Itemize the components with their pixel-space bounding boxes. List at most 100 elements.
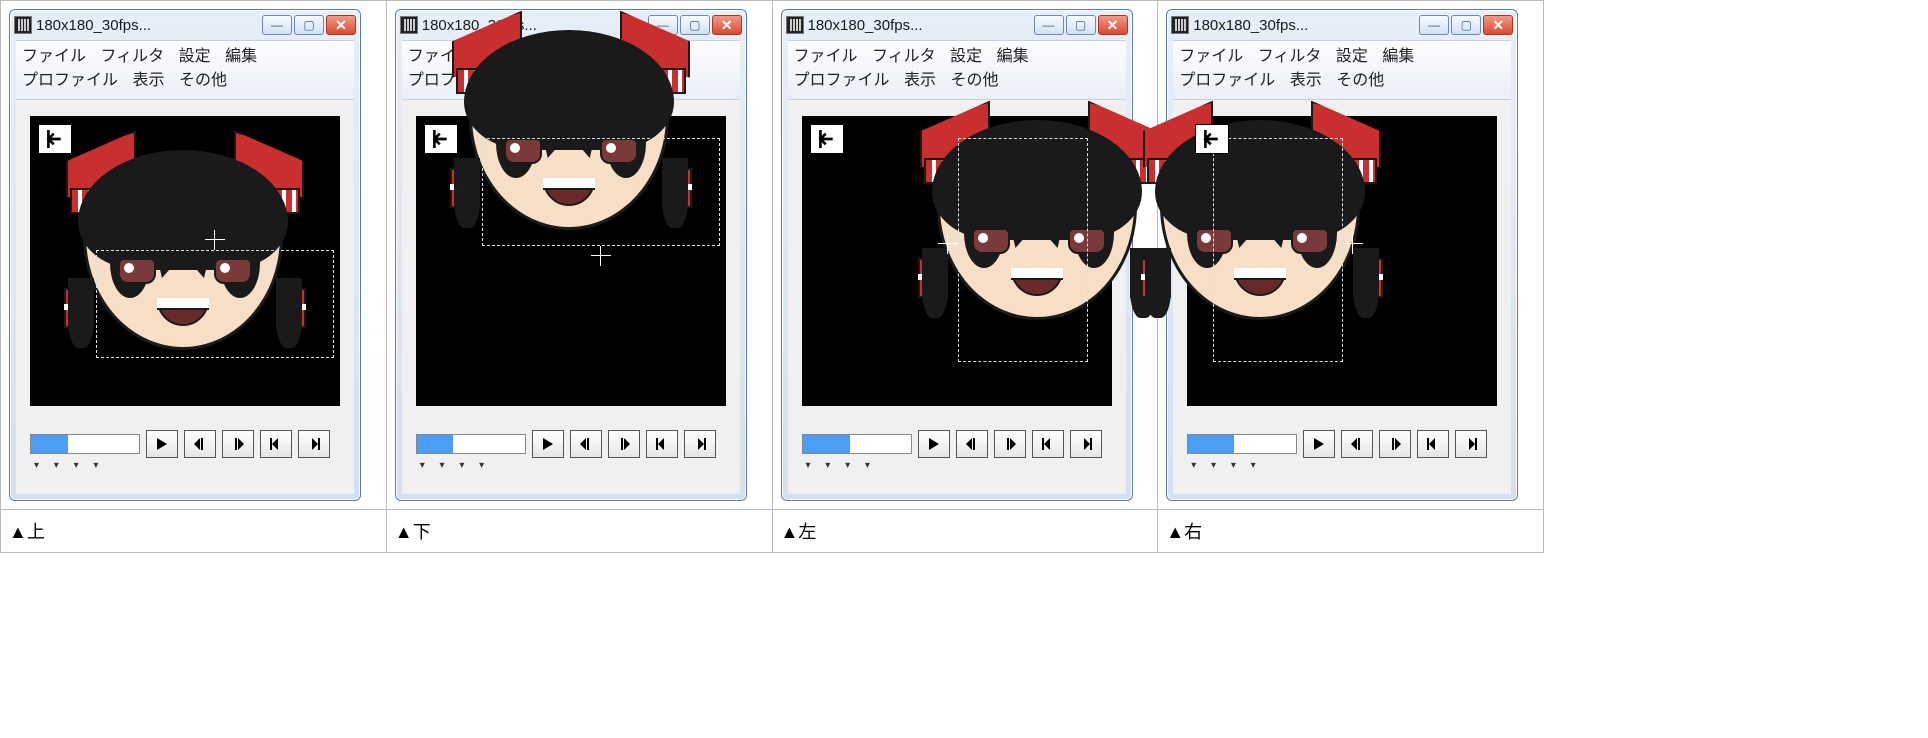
menu-profile[interactable]: プロファイル <box>1179 69 1275 93</box>
close-button[interactable]: ✕ <box>1098 15 1128 35</box>
app-window: 180x180_30fps... — ▢ ✕ ファイル フィルタ 設定 編集 プ… <box>781 9 1133 501</box>
example-caption: ▲右 <box>1158 510 1544 553</box>
prev-frame-button[interactable] <box>184 430 216 458</box>
crosshair-icon <box>205 230 225 250</box>
play-button[interactable] <box>532 430 564 458</box>
close-button[interactable]: ✕ <box>326 15 356 35</box>
play-button[interactable] <box>146 430 178 458</box>
goto-start-icon[interactable] <box>424 124 458 154</box>
maximize-button[interactable]: ▢ <box>1066 15 1096 35</box>
playback-controls <box>30 430 340 458</box>
menu-edit[interactable]: 編集 <box>1382 45 1414 69</box>
go-first-button[interactable] <box>260 430 292 458</box>
menubar: ファイル フィルタ 設定 編集 プロファイル 表示 その他 <box>16 40 354 100</box>
minimize-button[interactable]: — <box>262 15 292 35</box>
window-title: 180x180_30fps... <box>1193 17 1415 34</box>
crosshair-icon <box>938 234 958 254</box>
minimize-button[interactable]: — <box>1034 15 1064 35</box>
titlebar[interactable]: 180x180_30fps... — ▢ ✕ <box>782 10 1132 40</box>
preview-canvas[interactable] <box>30 116 340 406</box>
menu-profile[interactable]: プロファイル <box>794 69 890 93</box>
next-frame-button[interactable] <box>608 430 640 458</box>
close-button[interactable]: ✕ <box>712 15 742 35</box>
app-window: 180x180_30fps... — ▢ ✕ ファイル フィルタ 設定 編集 プ… <box>1166 9 1518 501</box>
go-first-button[interactable] <box>1417 430 1449 458</box>
menu-display[interactable]: 表示 <box>904 69 936 93</box>
next-frame-button[interactable] <box>1379 430 1411 458</box>
client-area: ▾ ▾ ▾ ▾ <box>788 100 1126 494</box>
menu-edit[interactable]: 編集 <box>225 45 257 69</box>
menu-other[interactable]: その他 <box>179 69 227 93</box>
selection-rect[interactable] <box>96 250 334 358</box>
playback-controls <box>802 430 1112 458</box>
menu-other[interactable]: その他 <box>1336 69 1384 93</box>
selection-rect[interactable] <box>958 138 1088 362</box>
seek-slider[interactable] <box>1187 434 1297 454</box>
window-title: 180x180_30fps... <box>36 17 258 34</box>
preview-canvas[interactable] <box>1187 116 1497 406</box>
menu-edit[interactable]: 編集 <box>997 45 1029 69</box>
menu-settings[interactable]: 設定 <box>1336 45 1368 69</box>
go-last-button[interactable] <box>1455 430 1487 458</box>
selection-rect[interactable] <box>1213 138 1343 362</box>
film-icon <box>14 16 32 34</box>
maximize-button[interactable]: ▢ <box>1451 15 1481 35</box>
maximize-button[interactable]: ▢ <box>294 15 324 35</box>
menu-display[interactable]: 表示 <box>132 69 164 93</box>
menu-display[interactable]: 表示 <box>1290 69 1322 93</box>
seek-slider[interactable] <box>802 434 912 454</box>
ruler-ticks: ▾ ▾ ▾ ▾ <box>416 460 726 468</box>
seek-slider[interactable] <box>30 434 140 454</box>
prev-frame-button[interactable] <box>956 430 988 458</box>
minimize-button[interactable]: — <box>1419 15 1449 35</box>
go-last-button[interactable] <box>684 430 716 458</box>
ruler-ticks: ▾ ▾ ▾ ▾ <box>1187 460 1497 468</box>
crosshair-icon <box>591 246 611 266</box>
example-caption: ▲下 <box>386 510 772 553</box>
example-caption: ▲左 <box>772 510 1158 553</box>
playback-controls <box>416 430 726 458</box>
app-window: 180x180_30fps... — ▢ ✕ ファイル フィルタ 設定 編集 プ… <box>9 9 361 501</box>
prev-frame-button[interactable] <box>570 430 602 458</box>
seek-fill <box>1188 435 1233 453</box>
next-frame-button[interactable] <box>994 430 1026 458</box>
preview-canvas[interactable] <box>416 116 726 406</box>
goto-start-icon[interactable] <box>810 124 844 154</box>
menu-filter[interactable]: フィルタ <box>1258 45 1322 69</box>
titlebar[interactable]: 180x180_30fps... — ▢ ✕ <box>10 10 360 40</box>
go-last-button[interactable] <box>1070 430 1102 458</box>
play-button[interactable] <box>918 430 950 458</box>
goto-start-icon[interactable] <box>38 124 72 154</box>
menu-profile[interactable]: プロファイル <box>22 69 118 93</box>
close-button[interactable]: ✕ <box>1483 15 1513 35</box>
ruler-ticks: ▾ ▾ ▾ ▾ <box>802 460 1112 468</box>
menu-other[interactable]: その他 <box>950 69 998 93</box>
seek-fill <box>417 435 454 453</box>
menu-file[interactable]: ファイル <box>794 45 858 69</box>
next-frame-button[interactable] <box>222 430 254 458</box>
example-grid: 180x180_30fps... — ▢ ✕ ファイル フィルタ 設定 編集 プ… <box>0 0 1544 553</box>
menu-settings[interactable]: 設定 <box>179 45 211 69</box>
preview-canvas[interactable] <box>802 116 1112 406</box>
go-first-button[interactable] <box>646 430 678 458</box>
go-first-button[interactable] <box>1032 430 1064 458</box>
menu-filter[interactable]: フィルタ <box>100 45 164 69</box>
seek-slider[interactable] <box>416 434 526 454</box>
selection-rect[interactable] <box>482 138 720 246</box>
prev-frame-button[interactable] <box>1341 430 1373 458</box>
example-caption: ▲上 <box>1 510 387 553</box>
goto-start-icon[interactable] <box>1195 124 1229 154</box>
play-button[interactable] <box>1303 430 1335 458</box>
client-area: ▾ ▾ ▾ ▾ <box>16 100 354 494</box>
menu-settings[interactable]: 設定 <box>950 45 982 69</box>
seek-fill <box>31 435 68 453</box>
menu-filter[interactable]: フィルタ <box>872 45 936 69</box>
menu-file[interactable]: ファイル <box>1179 45 1243 69</box>
menu-file[interactable]: ファイル <box>22 45 86 69</box>
titlebar[interactable]: 180x180_30fps... — ▢ ✕ <box>1167 10 1517 40</box>
film-icon <box>1171 16 1189 34</box>
window-title: 180x180_30fps... <box>808 17 1030 34</box>
app-window: 180x180_30fps... — ▢ ✕ ファイル フィルタ 設定 編集 プ… <box>395 9 747 501</box>
go-last-button[interactable] <box>298 430 330 458</box>
menubar: ファイル フィルタ 設定 編集 プロファイル 表示 その他 <box>1173 40 1511 100</box>
